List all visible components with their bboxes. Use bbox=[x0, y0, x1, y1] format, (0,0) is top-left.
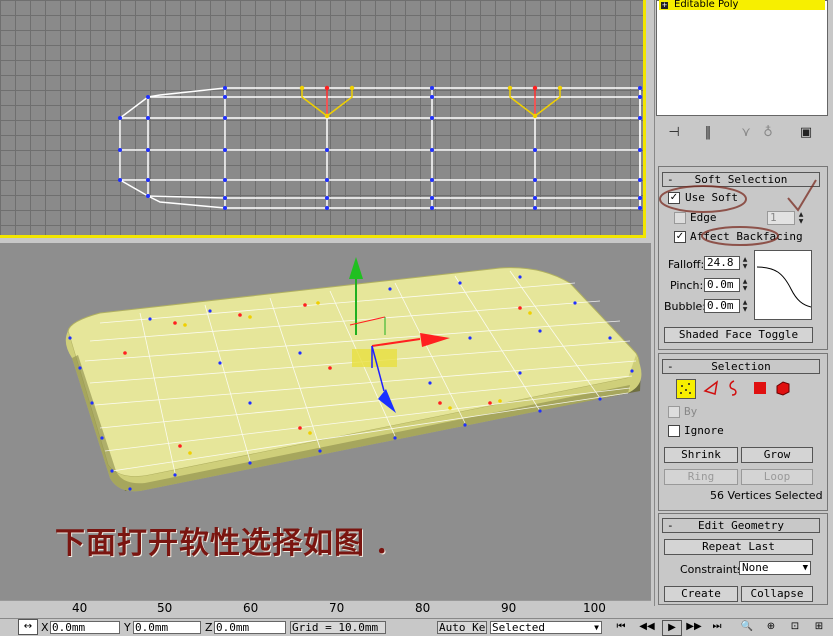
go-to-end-icon[interactable]: ⏭ bbox=[708, 620, 726, 634]
ring-button[interactable]: Ring bbox=[664, 469, 738, 485]
bubble-label: Bubble: bbox=[664, 300, 707, 313]
key-filter-value: Selected bbox=[492, 621, 545, 634]
edge-checkbox[interactable] bbox=[674, 212, 686, 224]
remove-modifier-icon[interactable]: ♁ bbox=[760, 124, 776, 142]
border-mode-icon[interactable] bbox=[725, 379, 743, 397]
constraints-dropdown[interactable]: None ▼ bbox=[739, 561, 811, 575]
x-label: X bbox=[41, 621, 49, 634]
pinch-spinner[interactable]: ▲ ▼ bbox=[741, 278, 749, 292]
ruler-tick: 100 bbox=[583, 601, 606, 615]
auto-key-button[interactable]: Auto Key bbox=[437, 621, 487, 634]
ignore-backfacing-checkbox[interactable] bbox=[668, 425, 680, 437]
chevron-down-icon[interactable]: ▼ bbox=[594, 622, 599, 633]
by-vertex-label: By bbox=[684, 405, 698, 418]
ruler-tick: 90 bbox=[501, 601, 517, 615]
ruler-tick: 70 bbox=[329, 601, 345, 615]
falloff-curve-icon bbox=[756, 266, 812, 308]
x-coordinate-field[interactable]: 0.0mm bbox=[50, 621, 120, 634]
y-coordinate-field[interactable]: 0.0mm bbox=[133, 621, 201, 634]
go-to-start-icon[interactable]: ⏮ bbox=[612, 620, 630, 634]
edit-geometry-title[interactable]: - Edit Geometry bbox=[662, 518, 820, 533]
tutorial-caption: 下面打开软性选择如图 . bbox=[55, 526, 388, 561]
create-button[interactable]: Create bbox=[664, 586, 738, 602]
modifier-stack-item[interactable]: + Editable Poly bbox=[659, 0, 825, 10]
ruler-tick: 60 bbox=[243, 601, 259, 615]
expand-icon[interactable]: + bbox=[661, 2, 668, 9]
configure-sets-icon[interactable]: ▣ bbox=[798, 124, 814, 142]
ruler-tick: 40 bbox=[72, 601, 88, 615]
shrink-button[interactable]: Shrink bbox=[664, 447, 738, 463]
ignore-backfacing-label: Ignore bbox=[684, 424, 724, 437]
zoom-all-icon[interactable]: ⊕ bbox=[762, 620, 780, 634]
repeat-last-button[interactable]: Repeat Last bbox=[664, 539, 813, 555]
top-view-wireframe bbox=[118, 85, 642, 210]
selection-title[interactable]: - Selection bbox=[662, 359, 820, 374]
constraints-label: Constraints: bbox=[680, 563, 747, 576]
element-mode-icon[interactable] bbox=[774, 379, 792, 397]
loop-button[interactable]: Loop bbox=[741, 469, 813, 485]
absolute-mode-icon[interactable]: ↔ bbox=[18, 619, 38, 635]
selection-status: 56 Vertices Selected bbox=[710, 489, 823, 502]
zoom-icon[interactable]: 🔍 bbox=[738, 620, 756, 634]
falloff-field[interactable]: 24.8 bbox=[704, 256, 740, 270]
pin-stack-icon[interactable]: ⊣ bbox=[666, 124, 682, 142]
vertex-mode-icon[interactable] bbox=[676, 379, 696, 399]
grow-button[interactable]: Grow bbox=[741, 447, 813, 463]
ruler-tick: 80 bbox=[415, 601, 431, 615]
pinch-label: Pinch: bbox=[670, 279, 704, 292]
make-unique-icon[interactable]: ⋎ bbox=[738, 124, 754, 142]
zoom-extents-icon[interactable]: ⊡ bbox=[786, 620, 804, 634]
falloff-label: Falloff: bbox=[668, 258, 705, 271]
modifier-label: Editable Poly bbox=[674, 0, 739, 10]
z-label: Z bbox=[205, 621, 213, 634]
shaded-face-toggle-button[interactable]: Shaded Face Toggle bbox=[664, 327, 813, 343]
falloff-spinner[interactable]: ▲ ▼ bbox=[741, 256, 749, 270]
modifier-stack-list[interactable] bbox=[656, 0, 828, 116]
by-vertex-checkbox[interactable] bbox=[668, 406, 680, 418]
key-filter-dropdown[interactable]: Selected ▼ bbox=[490, 621, 602, 634]
edge-spinner[interactable]: ▲ ▼ bbox=[797, 211, 805, 225]
annotation-ellipse-2 bbox=[701, 226, 779, 246]
bubble-spinner[interactable]: ▲ ▼ bbox=[741, 299, 749, 313]
grid-size-display: Grid = 10.0mm bbox=[290, 621, 386, 634]
show-end-result-icon[interactable]: ‖ bbox=[700, 124, 716, 142]
affect-backfacing-checkbox[interactable]: ✓ bbox=[674, 231, 686, 243]
top-viewport[interactable] bbox=[0, 0, 646, 238]
zoom-extents-all-icon[interactable]: ⊞ bbox=[810, 620, 828, 634]
previous-frame-icon[interactable]: ◀◀ bbox=[638, 620, 656, 634]
ruler-tick: 50 bbox=[157, 601, 173, 615]
collapse-button[interactable]: Collapse bbox=[741, 586, 813, 602]
timeline-ruler[interactable] bbox=[0, 600, 651, 619]
chevron-down-icon[interactable]: ▼ bbox=[803, 562, 808, 574]
z-coordinate-field[interactable]: 0.0mm bbox=[214, 621, 286, 634]
edge-label: Edge bbox=[690, 211, 717, 224]
pinch-field[interactable]: 0.0m bbox=[704, 278, 740, 292]
falloff-curve-graph bbox=[754, 250, 812, 320]
y-label: Y bbox=[124, 621, 131, 634]
edge-mode-icon[interactable] bbox=[702, 379, 720, 397]
polygon-mode-icon[interactable] bbox=[751, 379, 769, 397]
bubble-field[interactable]: 0.0m bbox=[704, 299, 740, 313]
constraints-value: None bbox=[742, 561, 769, 574]
stack-toolbar: ⊣ ‖ ⋎ ♁ ▣ bbox=[660, 124, 830, 144]
edge-distance-field[interactable]: 1 bbox=[767, 211, 795, 225]
next-frame-icon[interactable]: ▶▶ bbox=[685, 620, 703, 634]
